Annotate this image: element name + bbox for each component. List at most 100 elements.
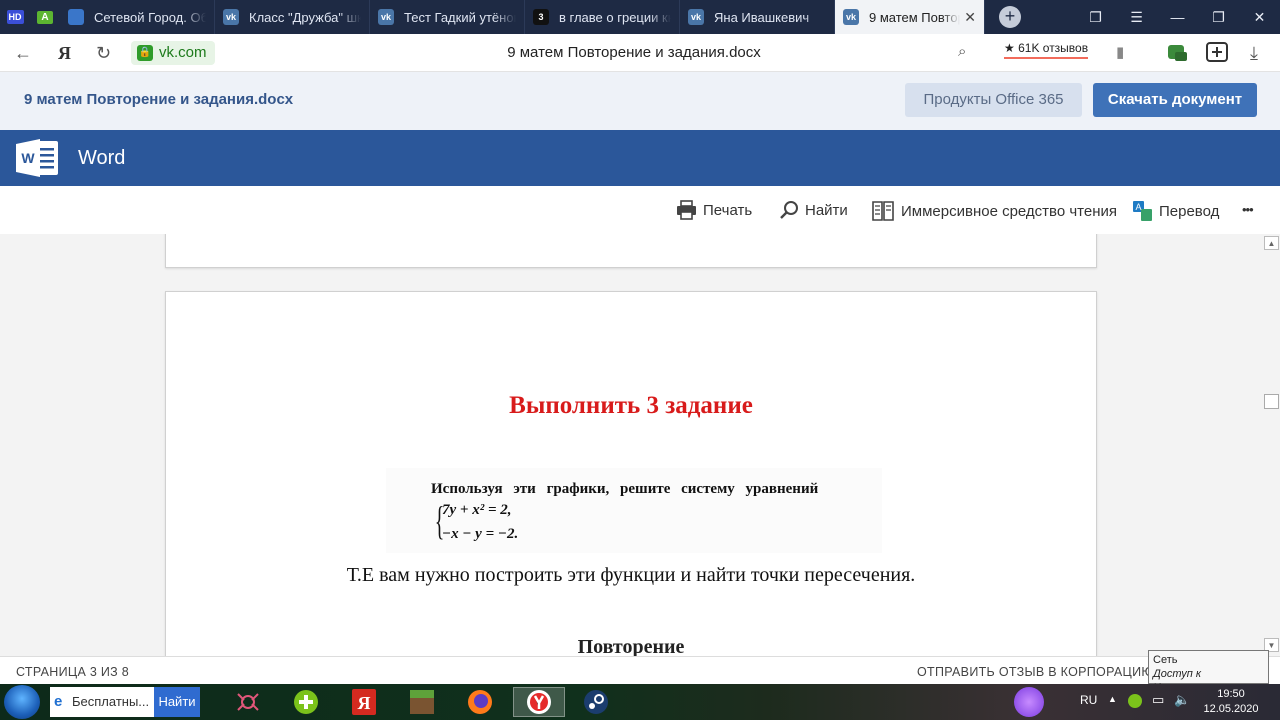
taskbar-app-firefox[interactable]	[456, 687, 504, 717]
tab-vk-class[interactable]: vk Класс "Дружба" шк	[215, 0, 370, 34]
immersive-reader-button[interactable]: Иммерсивное средство чтения	[872, 200, 1117, 222]
immersive-label: Иммерсивное средство чтения	[901, 202, 1118, 220]
app-icon: A	[37, 10, 53, 24]
equation-image: Используя эти графики, решите систему ур…	[386, 468, 882, 553]
scroll-up-icon[interactable]: ▲	[1264, 236, 1279, 250]
app-name: Word	[78, 147, 126, 169]
svg-text:A: A	[1135, 202, 1141, 212]
downloads-manager-icon[interactable]	[1205, 40, 1229, 69]
current-page: Выполнить 3 задание Используя эти график…	[165, 291, 1097, 656]
tab-title: Сетевой Город. Обр	[94, 9, 206, 25]
shield-icon[interactable]	[1166, 41, 1188, 68]
spider-icon	[237, 693, 259, 711]
lock-icon: 🔒	[137, 45, 153, 61]
taskbar-app-minecraft[interactable]	[398, 687, 446, 717]
download-icon[interactable]: ⤓	[1250, 43, 1258, 64]
page-count: СТРАНИЦА 3 ИЗ 8	[16, 665, 130, 679]
network-tooltip: Сеть Доступ к Интернету	[1148, 650, 1269, 694]
taskbar-clock[interactable]: 19:50 12.05.2020	[1203, 687, 1259, 717]
tabs-list-icon[interactable]: ❐	[1075, 9, 1116, 26]
tab-vk-yana[interactable]: vk Яна Ивашкевич	[680, 0, 835, 34]
vk-icon: vk	[223, 9, 239, 25]
tray-expand-icon[interactable]: ▲	[1108, 694, 1117, 704]
agent-plus-icon	[294, 690, 318, 714]
print-label: Печать	[703, 201, 753, 219]
taskbar-app-mail-agent[interactable]	[282, 687, 330, 717]
download-document-button[interactable]: Скачать документ	[1093, 83, 1257, 117]
translate-label: Перевод	[1159, 202, 1220, 220]
host-text: vk.com	[159, 44, 207, 61]
svg-text:W: W	[21, 150, 35, 166]
zoom-icon[interactable]: ⌕	[958, 43, 966, 60]
tab-active-document[interactable]: vk 9 матем Повторе ✕	[835, 0, 985, 34]
firefox-icon	[468, 690, 492, 714]
close-tab-icon[interactable]: ✕	[964, 9, 976, 26]
minecraft-icon	[410, 690, 434, 714]
windows-taskbar: e Бесплатны... Найти Я RU ▲ ▭ 🔈 19:50 12…	[0, 684, 1280, 720]
equation-1: 7y + x² = 2,	[442, 502, 512, 518]
vk-icon: vk	[378, 9, 394, 25]
immersive-reader-icon	[872, 201, 894, 221]
clock-time: 19:50	[1217, 688, 1245, 700]
equation-2: −x − y = −2.	[442, 526, 519, 542]
tab-title: Яна Ивашкевич	[714, 9, 810, 25]
bookmark-icon[interactable]: ▮	[1116, 43, 1124, 61]
tab-netcity[interactable]: Сетевой Город. Обр	[60, 0, 215, 34]
taskbar-app-yandex-browser[interactable]	[513, 687, 565, 717]
volume-icon[interactable]: 🔈	[1174, 692, 1190, 708]
browser-tab-strip: HD A Сетевой Город. Обр vk Класс "Дружба…	[0, 0, 1280, 34]
office365-products-button[interactable]: Продукты Office 365	[905, 83, 1082, 117]
taskbar-search-button[interactable]: Найти	[154, 687, 200, 717]
previous-page	[165, 234, 1097, 268]
scroll-thumb[interactable]	[1264, 394, 1279, 409]
tab-title: 9 матем Повторе	[869, 9, 960, 25]
hd-icon: HD	[6, 10, 24, 24]
print-button[interactable]: Печать	[676, 200, 752, 220]
translate-button[interactable]: A Перевод	[1132, 200, 1219, 222]
ie-icon: e	[54, 693, 63, 710]
menu-icon[interactable]: ☰	[1116, 9, 1157, 26]
print-icon	[677, 200, 696, 220]
status-bar: СТРАНИЦА 3 ИЗ 8 ОТПРАВИТЬ ОТЗЫВ В КОРПОР…	[0, 656, 1280, 684]
vertical-scrollbar[interactable]: ▲ ▼	[1262, 234, 1280, 656]
new-tab-button[interactable]: +	[999, 6, 1021, 28]
task-note: Т.Е вам нужно построить эти функции и на…	[346, 564, 916, 586]
document-name[interactable]: 9 матем Повторение и задания.docx	[24, 91, 293, 108]
taskbar-app-yandex[interactable]: Я	[340, 687, 388, 717]
network-icon[interactable]: ▭	[1152, 692, 1164, 708]
feedback-link[interactable]: ОТПРАВИТЬ ОТЗЫВ В КОРПОРАЦИЮ М	[917, 665, 1169, 679]
taskbar-app-steam[interactable]	[572, 687, 620, 717]
reviews-badge[interactable]: ★ 61K отзывов	[1004, 41, 1089, 59]
taskbar-app-spider[interactable]	[224, 687, 272, 717]
netcity-icon	[68, 9, 84, 25]
tooltip-title: Сеть	[1153, 654, 1178, 666]
tab-vk-test[interactable]: vk Тест Гадкий утёнок	[370, 0, 525, 34]
find-label: Найти	[805, 201, 848, 219]
restore-icon[interactable]: ❐	[1198, 9, 1239, 26]
language-indicator[interactable]: RU	[1080, 693, 1097, 707]
svg-text:Я: Я	[358, 693, 371, 713]
section-title: Повторение	[577, 636, 685, 656]
command-bar: Печать Найти Иммерсивное средство чтения…	[0, 186, 1280, 234]
document-canvas[interactable]: Выполнить 3 задание Используя эти график…	[0, 234, 1280, 656]
close-window-icon[interactable]: ✕	[1239, 9, 1280, 26]
minimize-icon[interactable]: —	[1157, 9, 1198, 25]
more-options-icon[interactable]: •••	[1242, 202, 1254, 217]
start-button[interactable]	[4, 685, 40, 719]
tab-znanija[interactable]: 3 в главе о греции кн	[525, 0, 680, 34]
url-host[interactable]: 🔒 vk.com	[131, 41, 215, 65]
clock-date: 12.05.2020	[1203, 703, 1259, 715]
search-icon	[780, 201, 798, 219]
search-text: Бесплатны...	[72, 694, 150, 709]
steam-icon	[584, 690, 608, 714]
alice-icon[interactable]	[1014, 687, 1044, 717]
tab-title: Класс "Дружба" шк	[249, 9, 361, 25]
vk-icon: vk	[843, 9, 859, 25]
pinned-tab-app[interactable]: A	[30, 0, 60, 34]
vk-icon: vk	[688, 9, 704, 25]
tray-agent-icon[interactable]	[1128, 694, 1142, 708]
taskbar-search-input[interactable]: e Бесплатны...	[50, 687, 154, 717]
find-button[interactable]: Найти	[779, 200, 848, 220]
pinned-tab-hd[interactable]: HD	[0, 0, 30, 34]
yandex-browser-icon	[527, 690, 551, 714]
